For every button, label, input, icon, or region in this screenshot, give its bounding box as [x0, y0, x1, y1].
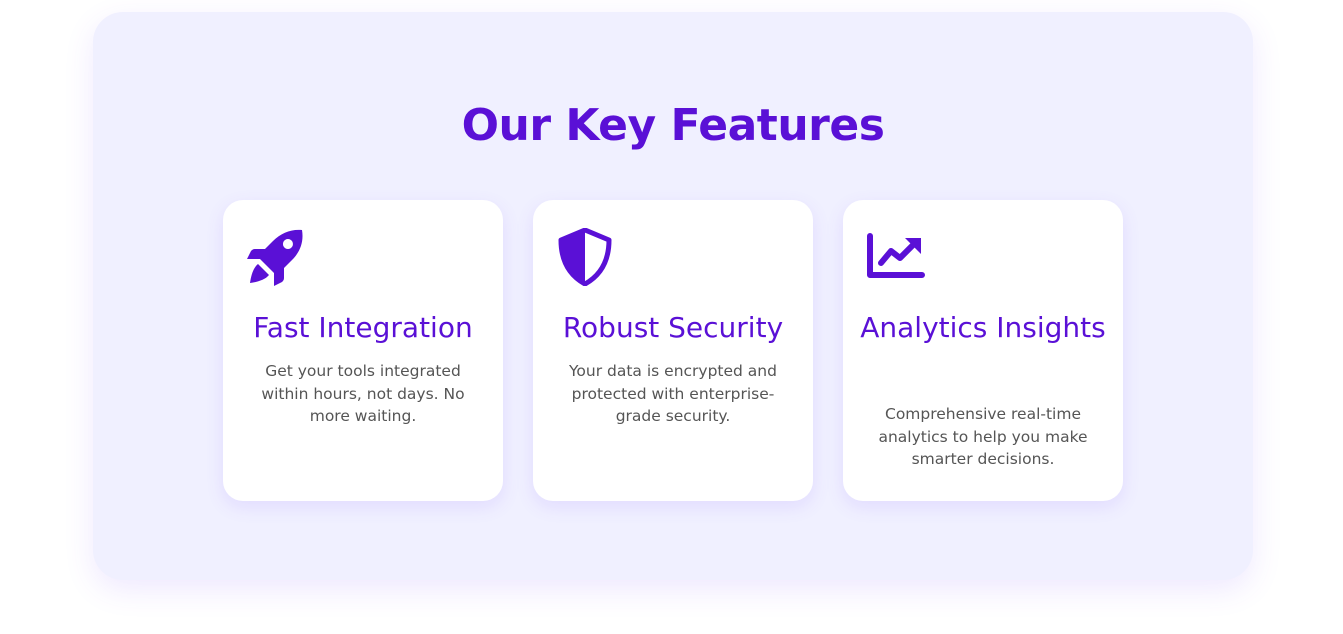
features-section: Our Key Features Fast Integration Get yo…	[93, 12, 1253, 580]
feature-description: Your data is encrypted and protected wit…	[569, 362, 777, 425]
feature-card-fast-integration: Fast Integration Get your tools integrat…	[223, 200, 503, 501]
shield-icon	[557, 227, 615, 287]
section-title: Our Key Features	[461, 100, 885, 151]
feature-title: Robust Security	[562, 311, 784, 344]
feature-description: Comprehensive real-time analytics to hel…	[878, 405, 1088, 468]
feature-card-robust-security: Robust Security Your data is encrypted a…	[533, 200, 813, 501]
feature-title: Fast Integration	[253, 311, 473, 344]
feature-description: Get your tools integrated within hours, …	[261, 362, 465, 425]
feature-card-analytics-insights: Analytics Insights Comprehensive real-ti…	[843, 200, 1123, 501]
chart-line-icon	[867, 228, 925, 286]
feature-title: Analytics Insights	[860, 311, 1106, 344]
rocket-icon	[247, 228, 305, 286]
